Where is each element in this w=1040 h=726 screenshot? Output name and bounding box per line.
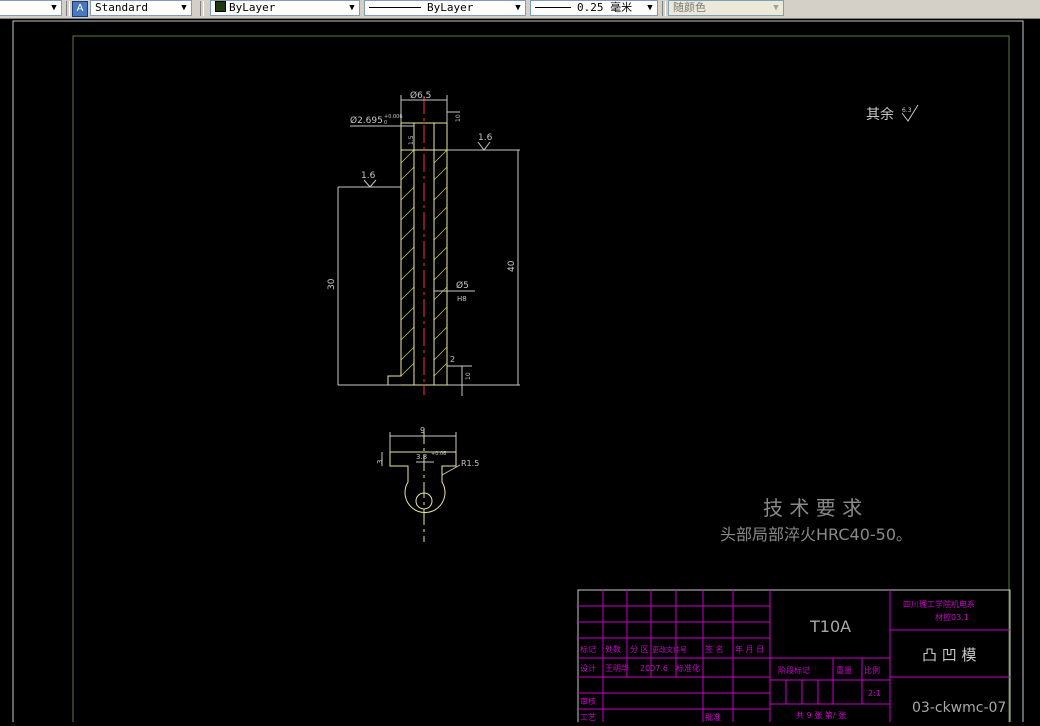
dim-side-small-a: 1.5 xyxy=(408,135,415,145)
dim-top-diameter: Ø6.5 xyxy=(410,90,431,101)
dim-hole-diameter: Ø2.695 xyxy=(350,115,383,126)
tb-check-label: 审核 xyxy=(580,696,596,706)
linetype-dropdown[interactable]: ByLayer ▼ xyxy=(364,0,526,16)
text-style-value: Standard xyxy=(95,1,148,14)
plotstyle-dropdown[interactable]: 随颜色 ▼ xyxy=(668,0,784,16)
chevron-down-icon: ▼ xyxy=(349,3,355,13)
chevron-down-icon: ▼ xyxy=(647,3,653,13)
dim-height-40: 40 xyxy=(507,260,517,272)
tb-designer-label: 设计 xyxy=(580,663,596,673)
dim-step-10: 10 xyxy=(465,372,472,380)
section-slot: 3.8 xyxy=(416,453,427,461)
tb-material: T10A xyxy=(809,617,851,636)
tb-change-doc-label: 更改文件号 xyxy=(652,645,687,654)
chevron-down-icon: ▼ xyxy=(51,3,57,13)
tb-standardize-label: 标准化 xyxy=(676,663,700,673)
lineweight-preview xyxy=(535,7,571,8)
tb-drawing-no: 03-ckwmc-07 xyxy=(912,700,1006,716)
section-view xyxy=(381,428,461,542)
chevron-down-icon: ▼ xyxy=(773,3,779,13)
roughness-note-text: 其余 xyxy=(866,106,894,123)
tb-sheets-text: 共 9 张 第/ 张 xyxy=(796,710,846,720)
tb-sign-label: 签 名 xyxy=(705,644,724,654)
dim-step-2: 2 xyxy=(450,355,455,364)
tb-designer-name: 王明华 xyxy=(605,663,629,673)
dim-side-small-b: 10 xyxy=(455,114,462,122)
color-value: ByLayer xyxy=(229,1,276,14)
tb-design-date: 2007.6 xyxy=(640,664,668,673)
tb-school: 四川理工学院机电系 xyxy=(903,599,975,609)
toolbar-separator xyxy=(200,1,204,16)
tb-approve-label: 批准 xyxy=(705,712,721,722)
dim-inner-tol: H8 xyxy=(457,295,467,303)
chevron-down-icon: ▼ xyxy=(181,3,187,13)
chevron-down-icon: ▼ xyxy=(515,3,521,13)
dim-inner-diameter: Ø5 xyxy=(456,280,469,291)
tb-scale-label: 比例 xyxy=(864,665,880,675)
text-style-dropdown[interactable]: Standard ▼ xyxy=(90,0,192,16)
tb-date-label: 年 月 日 xyxy=(735,644,764,654)
layer-dropdown[interactable]: ▼ xyxy=(0,0,62,16)
section-width: 9 xyxy=(420,426,425,435)
drawing-canvas[interactable]: Ø6.5 Ø2.695 +0.006 0 1.5 10 1.6 1.6 30 4… xyxy=(0,19,1040,726)
tb-mark-label: 标记 xyxy=(580,644,596,654)
section-slot-tol: +0.06 xyxy=(431,451,446,457)
dim-hole-tol-lower: 0 xyxy=(384,120,387,126)
color-swatch xyxy=(215,1,226,12)
sheet-inner-border xyxy=(72,35,1010,726)
tb-scale-value: 2:1 xyxy=(868,689,881,698)
roughness-note: 其余 6.3 xyxy=(866,104,919,123)
section-radius: R1.5 xyxy=(461,459,479,468)
dim-roughness-2: 1.6 xyxy=(361,171,376,181)
tb-count-label: 处数 xyxy=(605,644,621,654)
toolbar-separator xyxy=(66,1,70,16)
tech-req-text: 头部局部淬火HRC40-50。 xyxy=(720,525,912,544)
text-style-icon[interactable]: A xyxy=(72,1,88,17)
title-block: 标记 处数 分 区 更改文件号 签 名 年 月 日 设计 王明华 2007.6 … xyxy=(577,589,1011,726)
lineweight-value: 0.25 毫米 xyxy=(577,1,633,14)
tech-req-title: 技 术 要 求 xyxy=(763,496,862,520)
tb-stage-label: 阶段标记 xyxy=(778,665,810,675)
linetype-preview xyxy=(369,7,421,8)
roughness-note-value: 6.3 xyxy=(902,107,912,114)
dim-height-30: 30 xyxy=(327,278,337,290)
plotstyle-value: 随颜色 xyxy=(673,1,706,14)
tb-zone-label: 分 区 xyxy=(630,645,649,654)
tb-class: 材控03.1 xyxy=(935,612,969,622)
tb-weight-label: 重量 xyxy=(836,665,852,675)
main-view xyxy=(337,95,520,396)
color-dropdown[interactable]: ByLayer ▼ xyxy=(210,0,360,16)
tb-part-name: 凸 凹 模 xyxy=(922,646,977,664)
linetype-value: ByLayer xyxy=(427,1,474,14)
tb-process-label: 工艺 xyxy=(580,713,596,722)
toolbar-separator xyxy=(662,1,666,16)
properties-toolbar: ▼ A Standard ▼ ByLayer ▼ ByLayer ▼ 0.25 … xyxy=(0,0,1040,19)
part-outline xyxy=(387,149,448,386)
dim-roughness-1: 1.6 xyxy=(478,133,493,143)
lineweight-dropdown[interactable]: 0.25 毫米 ▼ xyxy=(530,0,658,16)
section-depth: 3 xyxy=(376,460,384,464)
